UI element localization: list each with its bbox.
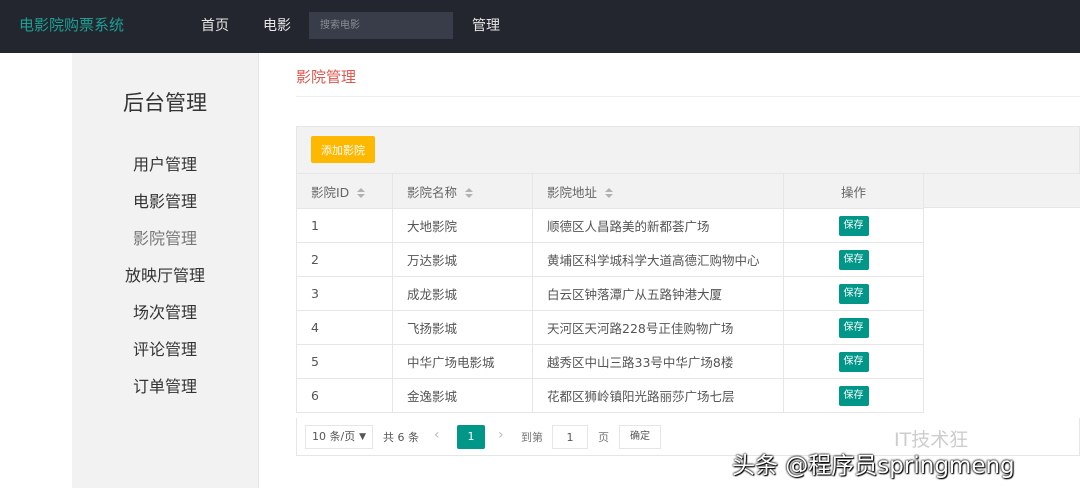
table-row: 3 成龙影城 白云区钟落潭广从五路钟港大厦 保存 bbox=[296, 276, 924, 311]
next-page-icon[interactable]: › bbox=[498, 427, 504, 443]
prev-page-icon[interactable]: ‹ bbox=[434, 427, 440, 443]
table-row: 5 中华广场电影城 越秀区中山三路33号中华广场8楼 保存 bbox=[296, 344, 924, 379]
page-size-select[interactable]: 10 条/页 ▼ bbox=[305, 425, 373, 449]
cell-name: 中华广场电影城 bbox=[392, 344, 533, 379]
total-count: 共 6 条 bbox=[383, 431, 419, 444]
sort-icon[interactable] bbox=[465, 188, 474, 198]
table-row: 4 飞扬影城 天河区天河路228号正佳购物广场 保存 bbox=[296, 310, 924, 345]
sidebar-item-orders[interactable]: 订单管理 bbox=[72, 373, 258, 397]
save-button[interactable]: 保存 bbox=[838, 385, 869, 406]
nav-admin[interactable]: 管理 bbox=[472, 15, 500, 35]
sidebar: 后台管理 用户管理 电影管理 影院管理 放映厅管理 场次管理 评论管理 订单管理 bbox=[72, 53, 259, 488]
sidebar-item-sessions[interactable]: 场次管理 bbox=[72, 299, 258, 323]
cell-id: 6 bbox=[296, 378, 393, 413]
table-header-fill bbox=[923, 173, 1080, 208]
cell-name: 万达影城 bbox=[392, 242, 533, 277]
cell-action: 保存 bbox=[783, 242, 924, 277]
cell-id: 4 bbox=[296, 310, 393, 345]
search-input[interactable] bbox=[309, 12, 453, 39]
goto-page-input[interactable] bbox=[552, 425, 588, 449]
cell-address: 越秀区中山三路33号中华广场8楼 bbox=[532, 344, 784, 379]
sidebar-item-users[interactable]: 用户管理 bbox=[72, 151, 258, 175]
column-header-id[interactable]: 影院ID bbox=[296, 173, 393, 209]
save-button[interactable]: 保存 bbox=[838, 215, 869, 236]
save-button[interactable]: 保存 bbox=[838, 317, 869, 338]
cell-name: 大地影院 bbox=[392, 208, 533, 243]
table-row: 2 万达影城 黄埔区科学城科学大道高德汇购物中心 保存 bbox=[296, 242, 924, 277]
nav-home[interactable]: 首页 bbox=[201, 15, 229, 35]
cell-address: 黄埔区科学城科学大道高德汇购物中心 bbox=[532, 242, 784, 277]
add-cinema-button[interactable]: 添加影院 bbox=[311, 136, 375, 163]
goto-label: 到第 bbox=[521, 431, 543, 444]
current-page-button[interactable]: 1 bbox=[457, 425, 485, 449]
title-divider bbox=[296, 96, 1080, 97]
cell-address: 白云区钟落潭广从五路钟港大厦 bbox=[532, 276, 784, 311]
cell-name: 成龙影城 bbox=[392, 276, 533, 311]
cell-name: 飞扬影城 bbox=[392, 310, 533, 345]
sidebar-item-halls[interactable]: 放映厅管理 bbox=[72, 262, 258, 286]
column-header-address[interactable]: 影院地址 bbox=[532, 173, 784, 209]
cell-action: 保存 bbox=[783, 310, 924, 345]
sidebar-item-movies[interactable]: 电影管理 bbox=[72, 188, 258, 212]
confirm-page-button[interactable]: 确定 bbox=[619, 425, 661, 449]
table-row: 6 金逸影城 花都区狮岭镇阳光路丽莎广场七层 保存 bbox=[296, 378, 924, 413]
cell-action: 保存 bbox=[783, 276, 924, 311]
cell-address: 天河区天河路228号正佳购物广场 bbox=[532, 310, 784, 345]
nav-movies[interactable]: 电影 bbox=[263, 15, 291, 35]
brand-logo-text[interactable]: 电影院购票系统 bbox=[19, 14, 124, 35]
sort-icon[interactable] bbox=[357, 188, 366, 198]
page-unit-label: 页 bbox=[598, 431, 609, 444]
column-header-name[interactable]: 影院名称 bbox=[392, 173, 533, 209]
cell-id: 1 bbox=[296, 208, 393, 243]
cell-name: 金逸影城 bbox=[392, 378, 533, 413]
caret-down-icon: ▼ bbox=[359, 432, 366, 442]
page-title: 影院管理 bbox=[296, 68, 357, 86]
sort-icon[interactable] bbox=[605, 188, 614, 198]
watermark-bottom: 头条 @程序员springmeng bbox=[732, 453, 1015, 479]
table-header-row: 影院ID 影院名称 影院地址 操作 bbox=[296, 173, 924, 209]
sidebar-item-comments[interactable]: 评论管理 bbox=[72, 336, 258, 360]
cell-action: 保存 bbox=[783, 344, 924, 379]
cell-id: 2 bbox=[296, 242, 393, 277]
cell-address: 顺德区人昌路美的新都荟广场 bbox=[532, 208, 784, 243]
cell-id: 3 bbox=[296, 276, 393, 311]
table-row: 1 大地影院 顺德区人昌路美的新都荟广场 保存 bbox=[296, 208, 924, 243]
save-button[interactable]: 保存 bbox=[838, 283, 869, 304]
cinema-table: 影院ID 影院名称 影院地址 操作 1 大地影院 顺德区人昌路美的新都荟广场 保… bbox=[296, 173, 924, 413]
table-toolbar: 添加影院 bbox=[296, 126, 1080, 173]
save-button[interactable]: 保存 bbox=[838, 351, 869, 372]
top-navbar: 电影院购票系统 首页 电影 管理 bbox=[0, 0, 1080, 53]
sidebar-title: 后台管理 bbox=[123, 91, 207, 115]
column-header-action: 操作 bbox=[783, 173, 924, 209]
cell-action: 保存 bbox=[783, 208, 924, 243]
save-button[interactable]: 保存 bbox=[838, 249, 869, 270]
cell-id: 5 bbox=[296, 344, 393, 379]
sidebar-item-cinemas[interactable]: 影院管理 bbox=[72, 225, 258, 249]
cell-action: 保存 bbox=[783, 378, 924, 413]
cell-address: 花都区狮岭镇阳光路丽莎广场七层 bbox=[532, 378, 784, 413]
